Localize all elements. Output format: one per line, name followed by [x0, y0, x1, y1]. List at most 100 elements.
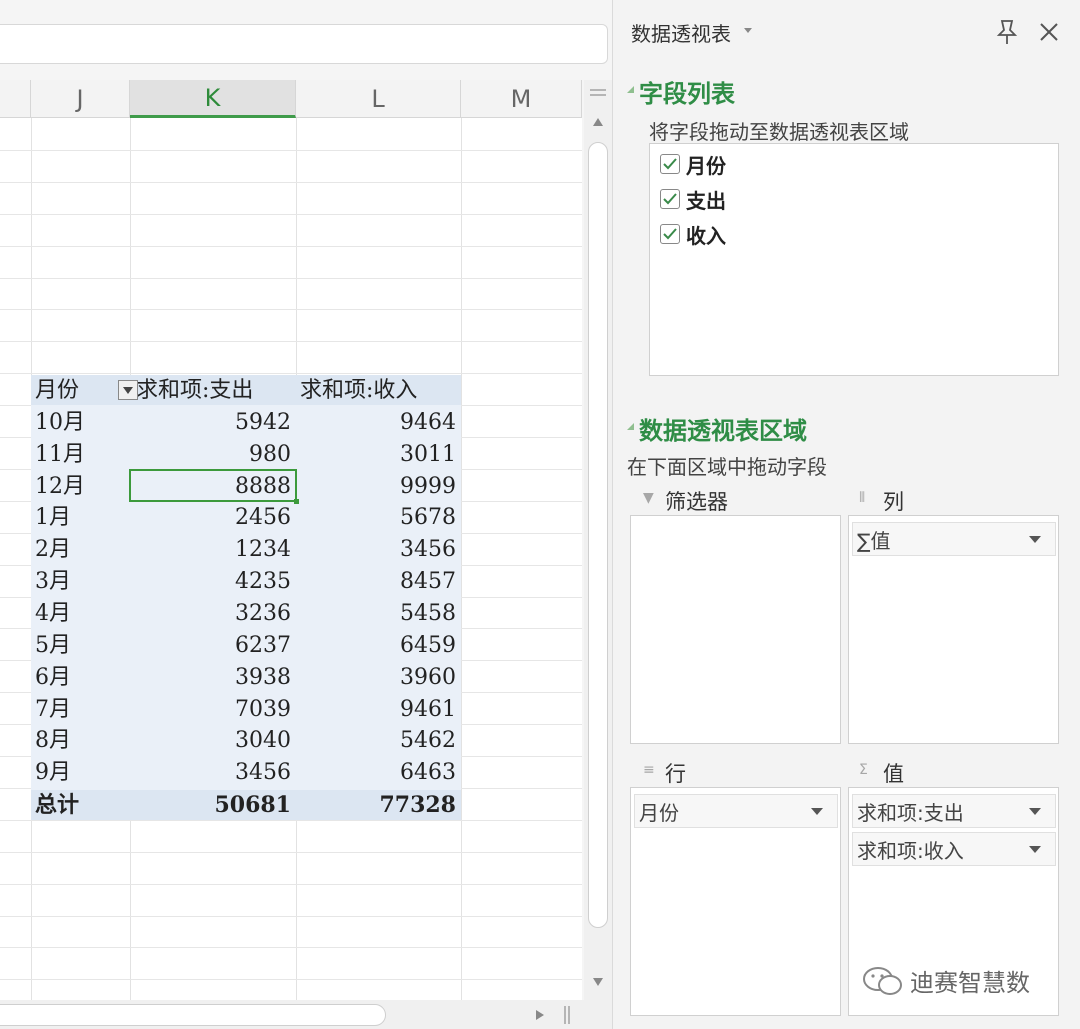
pivot-row-label[interactable]: 6月 — [35, 663, 125, 693]
checkbox-checked-icon[interactable] — [660, 154, 680, 174]
pivot-row-label[interactable]: 2月 — [35, 535, 125, 565]
column-header-m[interactable]: M — [461, 80, 582, 118]
pivot-value-cell[interactable]: 3011 — [300, 440, 456, 470]
pivot-value-cell[interactable]: 9461 — [300, 695, 456, 725]
pane-title[interactable]: 数据透视表 — [631, 18, 731, 47]
watermark: 迪赛智慧数 — [862, 963, 1030, 998]
pivot-value-cell[interactable]: 3456 — [134, 758, 291, 788]
sheet-grid[interactable]: J K L M 月份 求和项:支出 求和项:收入 10月 5942 9464 11月 980 3… — [0, 80, 582, 1000]
scroll-right-arrow-icon[interactable] — [536, 1010, 544, 1020]
grid-row-line — [0, 851, 582, 853]
pivot-value-cell[interactable]: 6237 — [134, 631, 291, 661]
field-list-hint: 将字段拖动至数据透视表区域 — [649, 120, 909, 144]
pivot-header-income[interactable]: 求和项:收入 — [300, 376, 456, 406]
scroll-down-arrow-icon[interactable] — [593, 978, 603, 986]
pivot-value-cell[interactable]: 2456 — [134, 503, 291, 533]
pivot-row-label[interactable]: 3月 — [35, 567, 125, 597]
dropdown-arrow-icon[interactable] — [1029, 535, 1041, 543]
column-header-k[interactable]: K — [130, 80, 296, 118]
dropdown-arrow-icon[interactable] — [1029, 807, 1041, 815]
pivot-value-cell[interactable]: 3236 — [134, 599, 291, 629]
column-header-l[interactable]: L — [296, 80, 461, 118]
pivot-value-cell[interactable]: 6459 — [300, 631, 456, 661]
pivot-total-label[interactable]: 总计 — [35, 790, 125, 820]
pivot-value-cell[interactable]: 9999 — [300, 472, 456, 502]
pivot-value-cell[interactable]: 5458 — [300, 599, 456, 629]
columns-area-icon: ⦀ — [859, 490, 866, 506]
scroll-split-h-icon[interactable] — [562, 1006, 572, 1024]
scroll-up-arrow-icon[interactable] — [593, 118, 603, 126]
columns-area-box[interactable]: ∑值 — [848, 515, 1059, 744]
columns-area-label: 列 — [883, 490, 904, 514]
values-pill-income[interactable]: 求和项:收入 — [852, 832, 1056, 866]
pivot-row-label[interactable]: 10月 — [35, 408, 125, 438]
areas-hint: 在下面区域中拖动字段 — [627, 455, 827, 479]
pivot-value-cell[interactable]: 7039 — [134, 695, 291, 725]
pivot-total-value[interactable]: 50681 — [134, 790, 291, 820]
formula-bar-input[interactable] — [0, 24, 608, 64]
close-icon[interactable] — [1037, 20, 1061, 44]
pivot-header-expense[interactable]: 求和项:支出 — [136, 376, 293, 406]
pivot-value-cell[interactable]: 3040 — [134, 726, 291, 756]
pivot-row-label[interactable]: 4月 — [35, 599, 125, 629]
scroll-split-icon[interactable] — [584, 80, 612, 120]
pivot-value-cell[interactable]: 980 — [134, 440, 291, 470]
rows-area-box[interactable]: 月份 — [630, 787, 841, 1016]
selected-cell-k[interactable] — [129, 469, 299, 504]
pivot-value-cell[interactable]: 5678 — [300, 503, 456, 533]
field-list-title: 字段列表 — [639, 80, 735, 108]
field-item-month[interactable]: 月份 — [660, 151, 726, 178]
rows-pill-month[interactable]: 月份 — [634, 794, 838, 828]
pivot-row-label[interactable]: 11月 — [35, 440, 125, 470]
pill-label: 月份 — [639, 800, 679, 825]
pivot-value-cell[interactable]: 9464 — [300, 408, 456, 438]
pivot-value-cell[interactable]: 6463 — [300, 758, 456, 788]
collapse-triangle-icon[interactable] — [627, 423, 634, 430]
sigma-icon: Σ — [859, 762, 868, 778]
horizontal-scrollbar[interactable] — [0, 1000, 612, 1029]
pivot-value-cell[interactable]: 3960 — [300, 663, 456, 693]
column-header-j[interactable]: J — [31, 80, 130, 118]
grid-row-line — [0, 341, 582, 343]
grid-row-line — [0, 947, 582, 949]
field-item-income[interactable]: 收入 — [660, 221, 726, 248]
field-label: 收入 — [686, 223, 726, 248]
dropdown-arrow-icon[interactable] — [811, 807, 823, 815]
grid-row-line — [0, 883, 582, 885]
horizontal-scroll-thumb[interactable] — [0, 1004, 386, 1026]
pivot-row-label[interactable]: 12月 — [35, 472, 125, 502]
vertical-scroll-thumb[interactable] — [588, 142, 608, 928]
pivot-value-cell[interactable]: 4235 — [134, 567, 291, 597]
pivot-value-cell[interactable]: 5462 — [300, 726, 456, 756]
collapse-triangle-icon[interactable] — [627, 86, 634, 93]
values-area-label: 值 — [883, 762, 904, 786]
field-item-expense[interactable]: 支出 — [660, 186, 726, 213]
pivot-header-month[interactable]: 月份 — [35, 376, 115, 406]
pivot-row-label[interactable]: 5月 — [35, 631, 125, 661]
grid-row-line — [0, 245, 582, 247]
checkbox-checked-icon[interactable] — [660, 189, 680, 209]
dropdown-arrow-icon[interactable] — [1029, 845, 1041, 853]
vertical-scrollbar[interactable] — [584, 80, 612, 1000]
pivot-total-value[interactable]: 77328 — [300, 790, 456, 820]
checkbox-checked-icon[interactable] — [660, 224, 680, 244]
pivot-row-label[interactable]: 9月 — [35, 758, 125, 788]
filters-area-box[interactable] — [630, 515, 841, 744]
values-pill-expense[interactable]: 求和项:支出 — [852, 794, 1056, 828]
grid-row-line — [0, 915, 582, 917]
pivot-value-cell[interactable]: 3938 — [134, 663, 291, 693]
pin-icon[interactable] — [993, 18, 1021, 46]
watermark-text: 迪赛智慧数 — [910, 969, 1030, 997]
pivot-value-cell[interactable]: 5942 — [134, 408, 291, 438]
month-filter-dropdown-button[interactable] — [118, 380, 138, 400]
pivot-value-cell[interactable]: 3456 — [300, 535, 456, 565]
columns-pill-values[interactable]: ∑值 — [852, 522, 1056, 556]
pivot-row-label[interactable]: 7月 — [35, 695, 125, 725]
pivot-row-label[interactable]: 8月 — [35, 726, 125, 756]
pivot-value-cell[interactable]: 1234 — [134, 535, 291, 565]
column-header-partial[interactable] — [0, 80, 31, 118]
pivot-row-label[interactable]: 1月 — [35, 503, 125, 533]
pivot-table-pane: 数据透视表 字段列表 将字段拖动至数据透视表区域 月份 支出 收入 数据透视表区… — [612, 0, 1080, 1029]
pane-title-dropdown-icon[interactable] — [744, 28, 752, 34]
pivot-value-cell[interactable]: 8457 — [300, 567, 456, 597]
